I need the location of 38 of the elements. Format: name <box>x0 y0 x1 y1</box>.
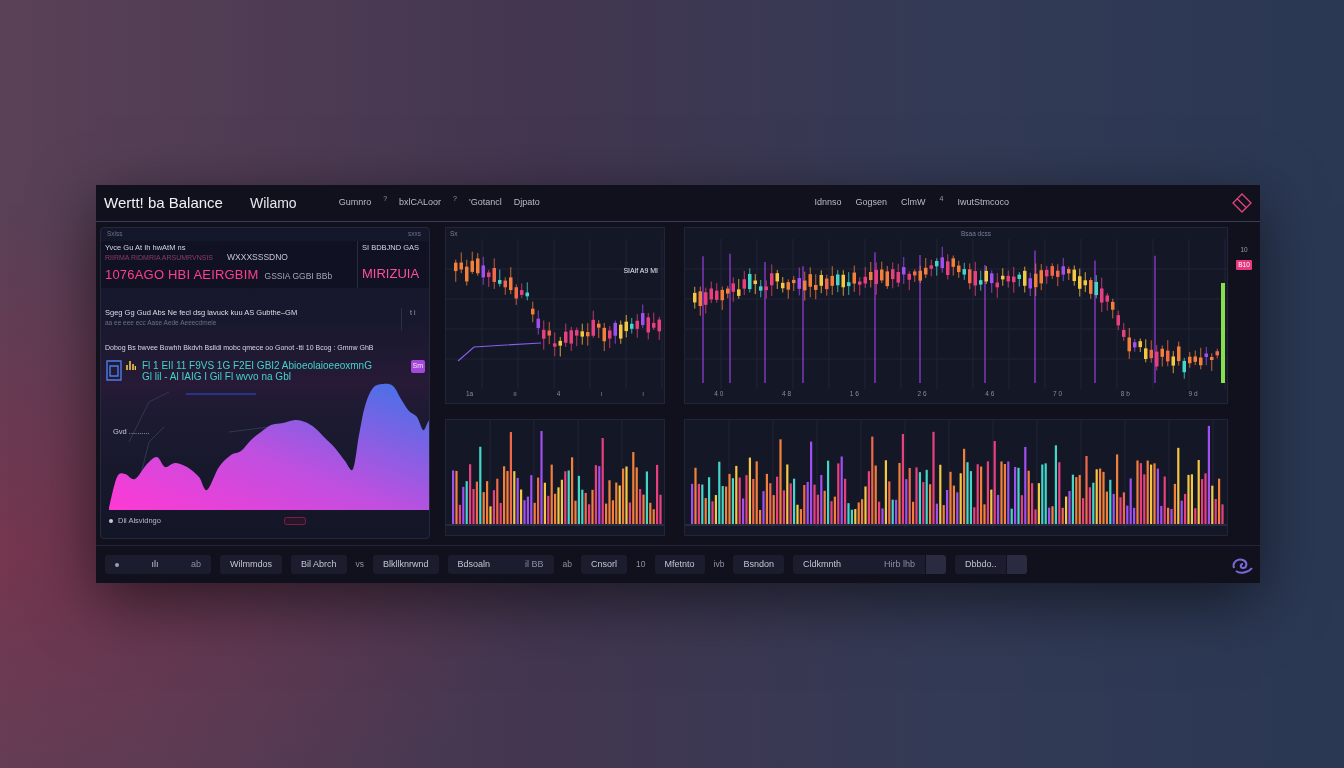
toolbar-label: ivb <box>713 558 725 571</box>
nav-link[interactable]: Gumnro <box>338 196 372 210</box>
monitor-icon <box>106 360 122 381</box>
small-button[interactable] <box>1007 555 1028 574</box>
toolbar-button[interactable]: Dbbdo.. <box>954 555 1007 574</box>
amount-note: GSSIA GGBI BBb <box>264 270 333 283</box>
toolbar-button[interactable]: Bil Abrch <box>291 555 347 574</box>
nav-link[interactable]: Idnnso <box>814 196 842 210</box>
toolbar-button[interactable]: Wilmmdos <box>220 555 282 574</box>
tag-text: WXXXSSSDNO <box>227 252 288 262</box>
diamond-icon <box>1232 193 1252 213</box>
bar-chart-icon <box>126 360 136 370</box>
toolbar-button[interactable]: Cldkmnth Hirb lhb <box>792 555 925 574</box>
toolbar-button[interactable]: Mfetnto <box>654 555 705 574</box>
nav-link[interactable]: Gogsen <box>855 196 888 210</box>
nav-link[interactable]: bxlCALoor <box>399 196 442 210</box>
bullet-icon <box>115 562 119 567</box>
toolbar-label: vs <box>355 558 365 571</box>
bullet-icon <box>109 518 113 523</box>
toolbar-button[interactable]: ılı ab <box>105 555 211 574</box>
nav-link[interactable]: IwutStmcoco <box>957 196 1009 210</box>
toolbar-button[interactable]: Blkllknrwnd <box>373 555 439 574</box>
small-button[interactable] <box>925 555 946 574</box>
tag-icon <box>283 516 306 525</box>
balance-amount: 1076AGO HBI AEIRGBIM <box>105 267 259 283</box>
toolbar-button[interactable]: Cnsorl <box>581 555 628 574</box>
ticker-text: Gl lil - Al IAIG I Gil Fl wvvo na Gbl <box>142 371 292 382</box>
toolbar-label: ab <box>562 558 572 571</box>
swirl-icon <box>1230 555 1254 574</box>
nav-link[interactable]: Djpato <box>513 196 540 210</box>
app-title: Wertt! ba Balance <box>104 192 223 213</box>
nav-link[interactable]: 'Gotancl <box>469 196 502 210</box>
toolbar-label: 10 <box>636 558 646 571</box>
nav-link[interactable]: ClmW <box>901 196 926 210</box>
ticker-text: Fl 1 EIl 11 F9VS 1G F2EI GBI2 AbioeolaioeeoxmnG <box>142 360 372 371</box>
toolbar-button[interactable]: Bsndon <box>733 555 784 574</box>
user-name: Wilamo <box>249 193 297 213</box>
side-amount: MIRIZUIA <box>362 266 421 282</box>
